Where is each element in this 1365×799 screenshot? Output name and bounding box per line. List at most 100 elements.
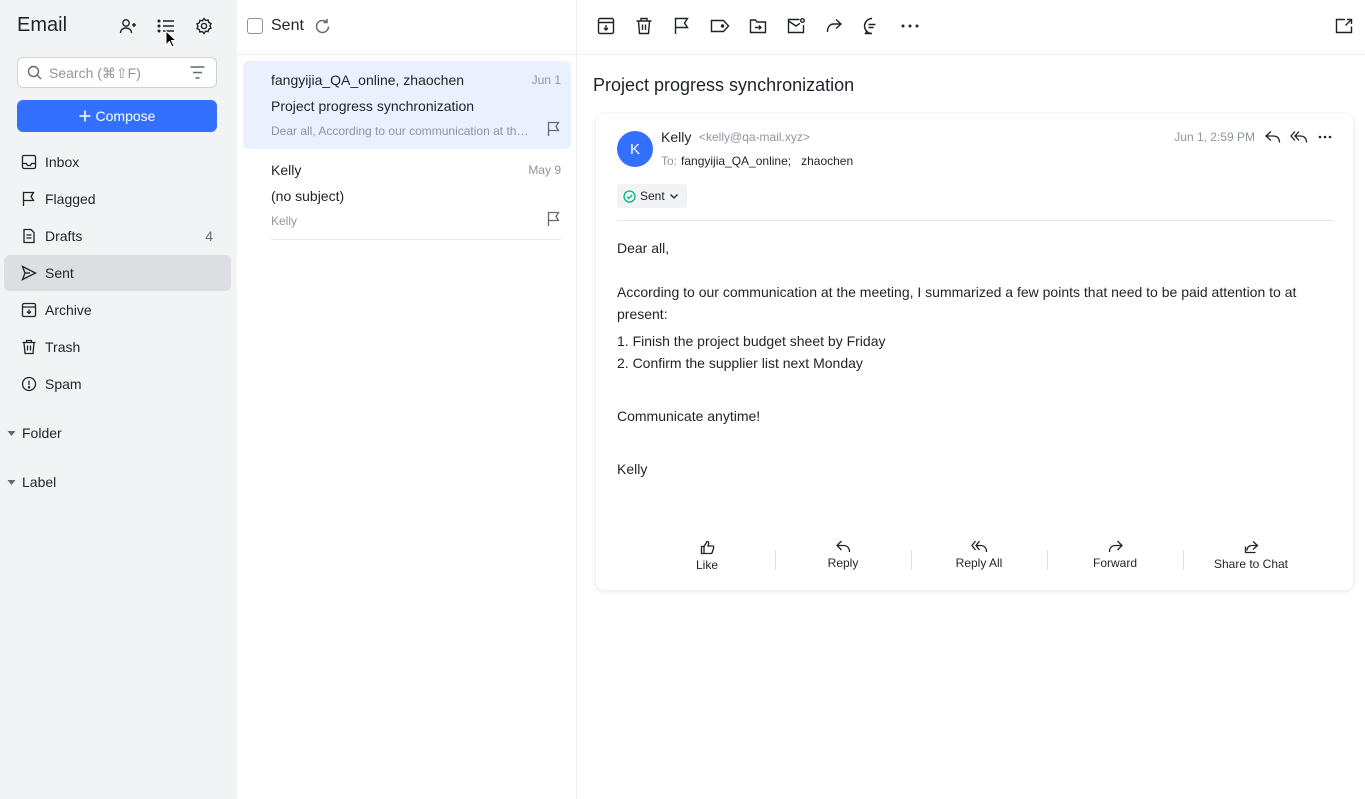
drafts-count-badge: 4 <box>205 228 213 244</box>
app-title: Email <box>17 14 68 36</box>
caret-down-icon <box>7 430 16 436</box>
body-greeting: Dear all, <box>617 240 670 256</box>
archive-icon[interactable] <box>596 16 616 36</box>
open-in-new-window-icon[interactable] <box>1334 16 1354 36</box>
spam-warning-icon <box>21 376 37 392</box>
email-app: Email Compose Inbox <box>0 0 1365 799</box>
reply-icon <box>835 540 850 553</box>
flag-icon <box>22 191 35 206</box>
forward-label: Forward <box>1092 556 1137 570</box>
message-subject: Project progress synchronization <box>271 98 475 114</box>
message-preview: Dear all, According to our communication… <box>271 124 535 138</box>
sidebar-item-inbox[interactable]: Inbox <box>4 144 231 180</box>
flag-icon[interactable] <box>547 211 561 232</box>
sidebar-item-flagged[interactable]: Flagged <box>4 181 231 217</box>
message-sender: Kelly <box>271 162 302 178</box>
message-subject: (no subject) <box>271 188 345 204</box>
recipient-name[interactable]: zhaochen <box>801 154 853 168</box>
sidebar-item-label: Archive <box>45 302 92 318</box>
header-divider <box>617 220 1333 221</box>
filter-icon[interactable] <box>190 66 205 84</box>
sidebar-item-label: Sent <box>45 265 74 281</box>
flag-icon[interactable] <box>547 121 561 142</box>
refresh-icon[interactable] <box>314 18 331 40</box>
list-item[interactable]: Kelly May 9 (no subject) Kelly <box>243 151 571 240</box>
reply-all-button[interactable]: Reply All <box>911 540 1047 576</box>
thumbs-up-icon <box>700 540 714 555</box>
caret-down-icon <box>7 479 16 485</box>
search-input[interactable] <box>49 63 189 83</box>
body-point: 2. Confirm the supplier list next Monday <box>617 355 863 371</box>
email-timestamp: Jun 1, 2:59 PM <box>1174 130 1255 144</box>
email-body: Dear all, According to our communication… <box>617 237 1332 480</box>
archive-icon <box>21 302 37 318</box>
list-item[interactable]: fangyijia_QA_online, zhaochen Jun 1 Proj… <box>243 61 571 149</box>
body-closing: Communicate anytime! <box>617 408 761 424</box>
email-subject-title: Project progress synchronization <box>593 75 855 95</box>
sender-name[interactable]: Kelly <box>661 129 691 145</box>
label-section-label: Label <box>22 474 57 490</box>
more-options-icon[interactable] <box>1316 128 1334 146</box>
sidebar-item-label: Trash <box>45 339 81 355</box>
sender-email: <kelly@qa-mail.xyz> <box>699 130 810 144</box>
contacts-icon[interactable] <box>116 14 140 38</box>
sidebar: Email Compose Inbox <box>0 0 237 799</box>
mark-unread-icon[interactable] <box>786 16 806 36</box>
recipients-line: To: fangyijia_QA_online; zhaochen <box>661 154 863 168</box>
to-label: To: <box>661 154 678 168</box>
flag-icon[interactable] <box>672 16 692 36</box>
message-date: Jun 1 <box>531 73 561 87</box>
reply-button[interactable]: Reply <box>775 540 911 576</box>
move-to-folder-icon[interactable] <box>748 16 768 36</box>
folder-section-label: Folder <box>22 425 62 441</box>
share-to-chat-button[interactable]: Share to Chat <box>1183 540 1319 576</box>
trash-icon <box>22 339 36 355</box>
reading-pane: Project progress synchronization K Kelly… <box>578 0 1365 799</box>
sidebar-item-label: Flagged <box>45 191 96 207</box>
message-date: May 9 <box>528 163 561 177</box>
check-circle-icon <box>623 189 636 203</box>
avatar[interactable]: K <box>617 131 653 167</box>
sidebar-item-archive[interactable]: Archive <box>4 292 231 328</box>
status-badge[interactable]: Sent <box>617 184 687 208</box>
inbox-icon <box>21 154 37 170</box>
search-icon <box>27 65 42 85</box>
message-list-pane: Sent fangyijia_QA_online, zhaochen Jun 1… <box>237 0 577 799</box>
sidebar-item-sent[interactable]: Sent <box>4 255 231 291</box>
settings-gear-icon[interactable] <box>192 14 216 38</box>
draft-document-icon <box>23 228 35 244</box>
select-all-checkbox[interactable] <box>247 18 263 34</box>
more-options-icon[interactable] <box>900 16 920 36</box>
mouse-cursor-icon <box>165 30 177 48</box>
message-toolbar <box>578 0 1365 55</box>
reply-icon[interactable] <box>1264 128 1282 146</box>
sidebar-item-drafts[interactable]: Drafts 4 <box>4 218 231 254</box>
sidebar-item-label: Inbox <box>45 154 80 170</box>
share-to-chat-label: Share to Chat <box>1213 557 1289 571</box>
sidebar-item-label: Spam <box>45 376 82 392</box>
body-signature: Kelly <box>617 461 648 477</box>
reply-all-icon <box>970 540 987 553</box>
message-sender: fangyijia_QA_online, zhaochen <box>271 72 465 88</box>
like-button[interactable]: Like <box>639 540 775 576</box>
body-intro: According to our communication at the me… <box>617 284 1297 322</box>
compose-button[interactable]: Compose <box>17 100 217 132</box>
recipient-name[interactable]: fangyijia_QA_online; <box>681 154 791 168</box>
delete-trash-icon[interactable] <box>634 16 654 36</box>
reply-label: Reply <box>827 556 859 570</box>
sidebar-item-spam[interactable]: Spam <box>4 366 231 402</box>
reply-all-label: Reply All <box>955 556 1003 570</box>
forward-button[interactable]: Forward <box>1047 540 1183 576</box>
label-section-toggle[interactable]: Label <box>7 474 56 490</box>
forward-share-icon[interactable] <box>824 16 844 36</box>
forward-icon <box>1108 540 1123 553</box>
search-box[interactable] <box>17 57 217 88</box>
email-action-bar: Like Reply Reply All Forward Share to Ch… <box>639 540 1319 576</box>
like-label: Like <box>695 558 718 572</box>
reply-all-icon[interactable] <box>1290 128 1308 146</box>
label-tag-icon[interactable] <box>710 16 730 36</box>
comment-chat-icon[interactable] <box>862 16 882 36</box>
folder-section-toggle[interactable]: Folder <box>7 425 62 441</box>
sidebar-item-trash[interactable]: Trash <box>4 329 231 365</box>
list-title: Sent <box>271 17 304 34</box>
